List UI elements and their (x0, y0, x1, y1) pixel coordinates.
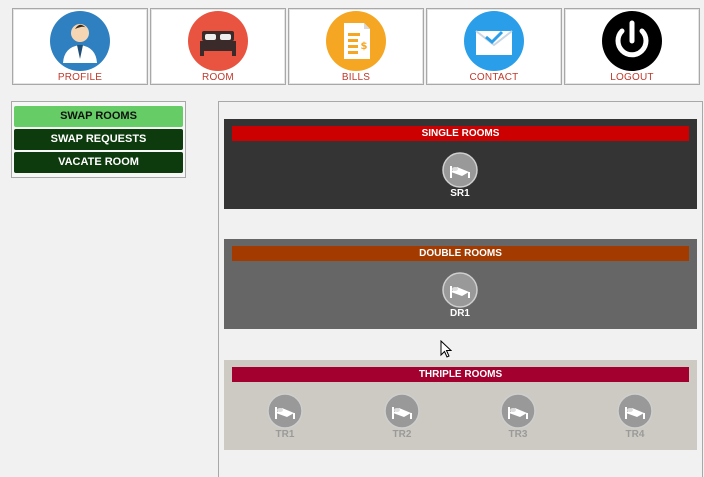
room-tr1[interactable]: TR1 (267, 393, 303, 441)
room-label-tr4: TR4 (625, 429, 645, 440)
single-rooms-header: SINGLE ROOMS (232, 126, 689, 141)
nav-label-bills: BILLS (341, 72, 371, 83)
user-icon (50, 11, 110, 71)
bed-icon (188, 11, 248, 71)
room-label-tr1: TR1 (275, 429, 295, 440)
nav-label-contact: CONTACT (469, 72, 519, 83)
nav-profile[interactable]: PROFILE (12, 8, 148, 85)
bed-icon (442, 272, 478, 308)
room-tr3[interactable]: TR3 (500, 393, 536, 441)
room-label-tr3: TR3 (508, 429, 528, 440)
svg-text:$: $ (361, 41, 368, 52)
triple-rooms-block: THRIPLE ROOMS TR1 TR2 TR3 TR4 (224, 360, 697, 450)
room-dr1[interactable]: DR1 (442, 272, 478, 320)
room-label-sr1: SR1 (450, 188, 470, 199)
nav-label-logout: LOGOUT (610, 72, 654, 83)
bill-icon: $ (326, 11, 386, 71)
side-menu: SWAP ROOMS SWAP REQUESTS VACATE ROOM (11, 101, 186, 178)
room-sr1[interactable]: SR1 (442, 152, 478, 200)
bed-icon (384, 393, 420, 429)
double-rooms-header: DOUBLE ROOMS (232, 246, 689, 261)
room-tr2[interactable]: TR2 (384, 393, 420, 441)
mouse-cursor-icon (440, 339, 453, 358)
nav-logout[interactable]: LOGOUT (564, 8, 700, 85)
nav-label-profile: PROFILE (57, 72, 103, 83)
room-tr4[interactable]: TR4 (617, 393, 653, 441)
bed-icon (267, 393, 303, 429)
nav-contact[interactable]: CONTACT (426, 8, 562, 85)
swap-requests-button[interactable]: SWAP REQUESTS (14, 129, 183, 150)
nav-room[interactable]: ROOM (150, 8, 286, 85)
vacate-room-button[interactable]: VACATE ROOM (14, 152, 183, 173)
room-label-tr2: TR2 (392, 429, 412, 440)
mail-icon (464, 11, 524, 71)
bed-icon (617, 393, 653, 429)
power-icon (602, 11, 662, 71)
nav-bills[interactable]: $ BILLS (288, 8, 424, 85)
swap-rooms-button[interactable]: SWAP ROOMS (14, 106, 183, 127)
nav-label-room: ROOM (202, 72, 234, 83)
triple-rooms-header: THRIPLE ROOMS (232, 367, 689, 382)
single-rooms-block: SINGLE ROOMS SR1 (224, 119, 697, 209)
bed-icon (442, 152, 478, 188)
rooms-panel: SINGLE ROOMS SR1 DOUBLE ROOMS DR1 THRIPL… (218, 101, 703, 477)
double-rooms-block: DOUBLE ROOMS DR1 (224, 239, 697, 329)
room-label-dr1: DR1 (449, 308, 470, 319)
bed-icon (500, 393, 536, 429)
